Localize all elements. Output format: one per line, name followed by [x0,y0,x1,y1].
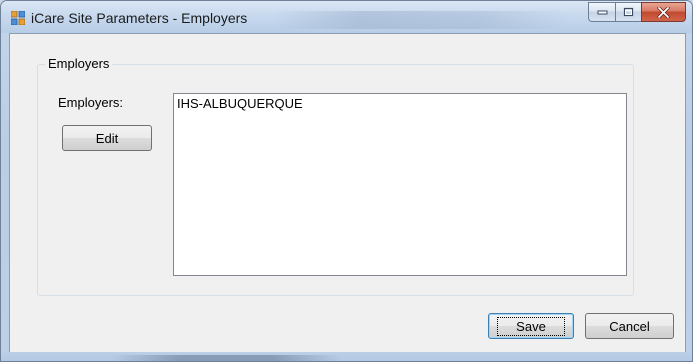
employers-listbox[interactable]: IHS-ALBUQUERQUE [173,93,627,276]
cancel-button[interactable]: Cancel [585,313,674,339]
list-item[interactable]: IHS-ALBUQUERQUE [177,96,623,112]
cancel-button-label: Cancel [609,318,650,334]
employers-groupbox: Employers Employers: Edit IHS-ALBUQUERQU… [37,56,634,296]
dialog-client-area: Employers Employers: Edit IHS-ALBUQUERQU… [9,33,686,354]
minimize-button[interactable] [588,2,615,22]
maximize-button[interactable] [615,2,641,22]
close-icon [657,6,670,18]
background-blur-bottom [111,355,341,361]
edit-button[interactable]: Edit [62,125,152,151]
close-button[interactable] [641,2,686,22]
maximize-icon [623,7,634,17]
app-grid-icon [11,11,25,25]
minimize-icon [597,10,607,15]
save-button-label: Save [497,316,565,336]
edit-button-label: Edit [95,130,119,146]
title-bar[interactable]: iCare Site Parameters - Employers [1,1,692,33]
save-button[interactable]: Save [488,313,574,339]
dialog-window: iCare Site Parameters - Employers Employ… [0,0,693,362]
window-title: iCare Site Parameters - Employers [31,10,248,26]
caption-buttons [588,2,686,22]
groupbox-title: Employers [45,56,113,71]
window-bottom-frame [1,352,692,361]
background-blur [271,11,571,29]
employers-label: Employers: [58,95,124,110]
